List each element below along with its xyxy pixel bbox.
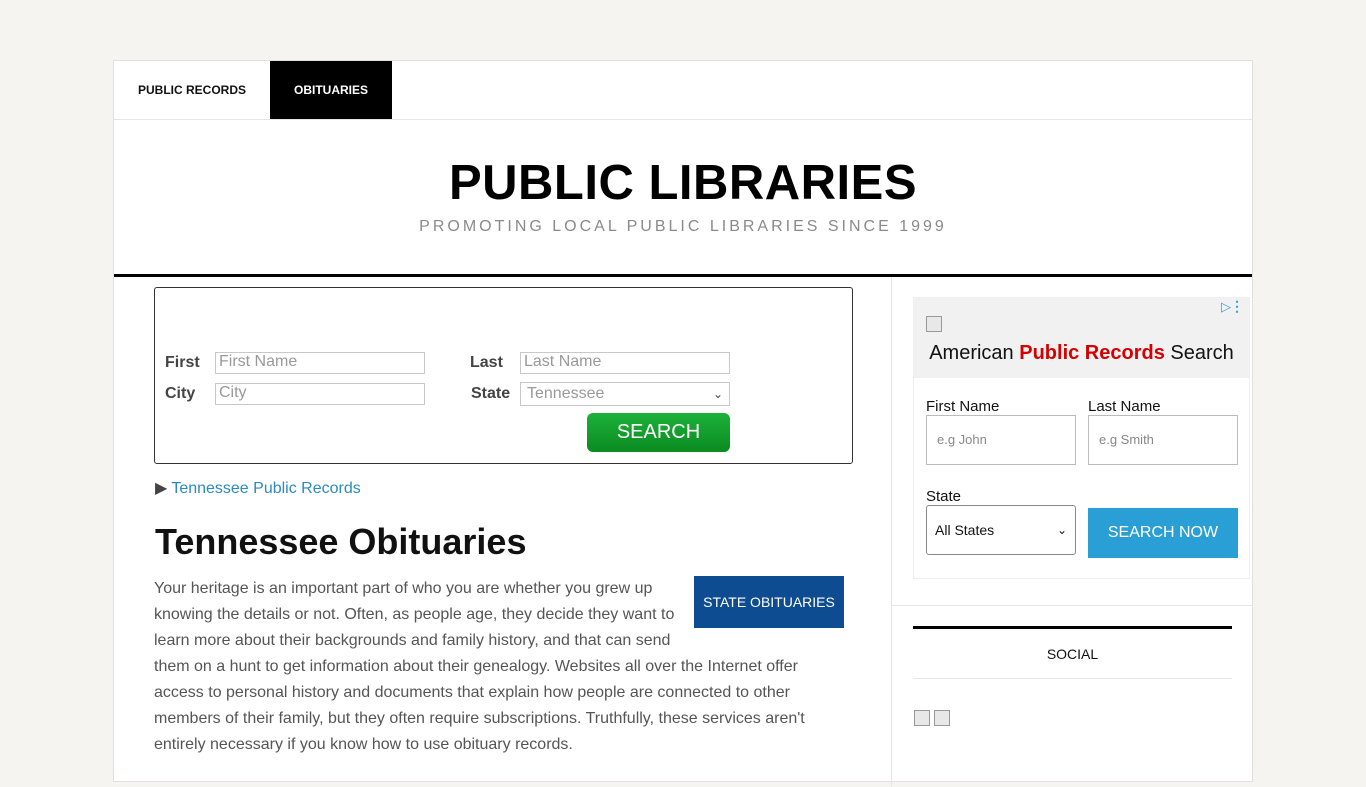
state-select-value: Tennessee — [527, 385, 605, 402]
broken-image-icon — [926, 316, 942, 332]
more-options-icon[interactable]: ⋮ — [1230, 298, 1244, 315]
chevron-down-icon: ⌄ — [712, 387, 723, 401]
people-search-form: First First Name Last Last Name City Cit… — [154, 287, 853, 464]
records-link-label: Tennessee Public Records — [171, 480, 361, 497]
sidebar-divider-line — [892, 605, 1252, 606]
site-title[interactable]: PUBLIC LIBRARIES — [114, 155, 1252, 211]
ad-header: ▷ ⋮ American Public Records Search — [914, 298, 1249, 378]
ad-state-label: State — [926, 488, 962, 505]
tennessee-public-records-link[interactable]: ▶ Tennessee Public Records — [155, 478, 361, 498]
last-name-input[interactable]: Last Name — [520, 352, 730, 374]
page-title: Tennessee Obituaries — [155, 521, 527, 562]
search-button[interactable]: SEARCH — [587, 413, 730, 452]
header-divider — [114, 274, 1252, 277]
city-label: City — [165, 385, 196, 402]
state-obituaries-label: STATE OBITUARIES — [703, 594, 835, 610]
social-heading: SOCIAL — [1046, 646, 1099, 662]
social-heading-underline — [913, 678, 1232, 679]
social-top-rule — [913, 626, 1232, 629]
first-name-input[interactable]: First Name — [215, 352, 425, 374]
top-nav: PUBLIC RECORDS OBITUARIES — [114, 61, 1252, 120]
ad-widget: ▷ ⋮ American Public Records Search First… — [913, 297, 1250, 579]
sidebar-divider — [891, 277, 892, 787]
ad-last-name-input[interactable]: e.g Smith — [1088, 415, 1238, 465]
site-tagline: PROMOTING LOCAL PUBLIC LIBRARIES SINCE 1… — [419, 218, 947, 235]
chevron-down-icon: ⌄ — [1056, 523, 1067, 537]
nav-item-public-records[interactable]: PUBLIC RECORDS — [114, 61, 270, 119]
state-label: State — [471, 385, 511, 402]
city-input[interactable]: City — [215, 383, 425, 405]
ad-state-value: All States — [935, 522, 995, 538]
first-name-label: First — [165, 354, 200, 371]
ad-first-name-label: First Name — [926, 398, 1000, 415]
state-obituaries-button[interactable]: STATE OBITUARIES — [694, 576, 844, 628]
last-name-label: Last — [470, 354, 503, 371]
ad-last-name-label: Last Name — [1088, 398, 1161, 415]
social-link-icon[interactable] — [934, 710, 950, 726]
page-frame: PUBLIC RECORDS OBITUARIES PUBLIC LIBRARI… — [113, 60, 1253, 787]
ad-title: American Public Records Search — [929, 342, 1234, 364]
article-body: STATE OBITUARIES Your heritage is an imp… — [154, 576, 844, 758]
ad-first-name-input[interactable]: e.g John — [926, 415, 1076, 465]
triangle-right-icon: ▶ — [155, 480, 168, 497]
social-link-icon[interactable] — [914, 710, 930, 726]
nav-item-obituaries[interactable]: OBITUARIES — [270, 61, 393, 119]
ad-search-now-button[interactable]: SEARCH NOW — [1088, 508, 1238, 558]
ad-state-select[interactable]: All States ⌄ — [926, 505, 1076, 555]
state-select[interactable]: Tennessee ⌄ — [520, 382, 730, 406]
